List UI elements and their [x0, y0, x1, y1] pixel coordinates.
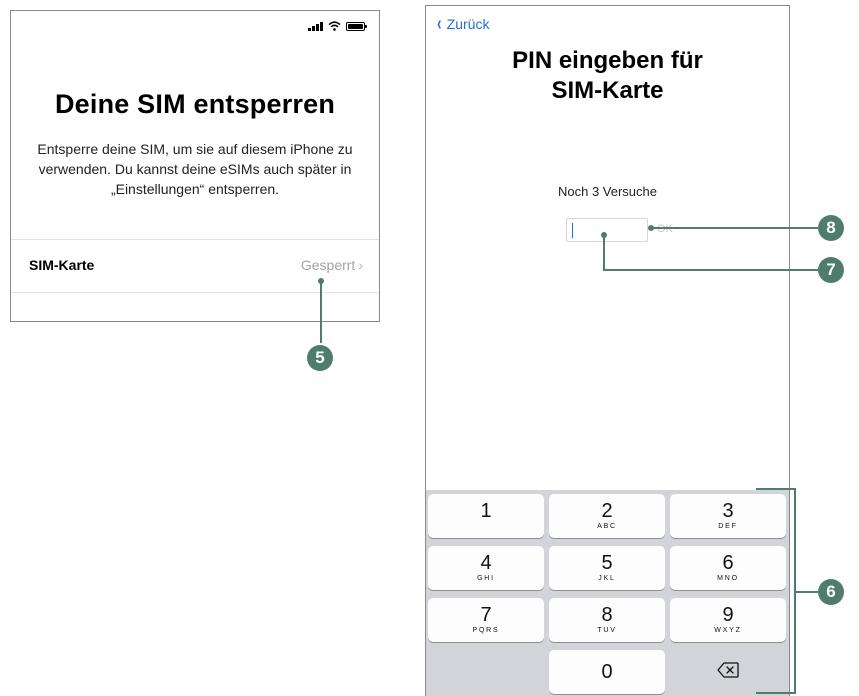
key-letters: TUV — [597, 627, 617, 634]
callout-line — [651, 227, 818, 229]
key-digit: 4 — [480, 552, 492, 574]
key-digit: 5 — [601, 552, 613, 574]
key-digit: 2 — [601, 500, 613, 522]
chevron-right-icon: › — [358, 257, 363, 273]
key-letters: MNO — [717, 575, 739, 582]
sim-status-text: Gesperrt — [300, 257, 356, 273]
key-digit: 3 — [722, 500, 734, 522]
delete-key[interactable] — [670, 650, 786, 694]
pin-input[interactable] — [566, 218, 648, 242]
callout-badge-8: 8 — [818, 215, 844, 241]
sim-card-row[interactable]: SIM-Karte Gesperrt › — [11, 239, 379, 293]
callout-line — [603, 235, 605, 271]
key-6[interactable]: 6 MNO — [670, 546, 786, 590]
page-title: Deine SIM entsperren — [54, 89, 336, 119]
wifi-icon — [328, 21, 341, 31]
callout-badge-7: 7 — [818, 257, 844, 283]
sim-card-label: SIM-Karte — [29, 257, 95, 273]
key-letters: WXYZ — [714, 627, 742, 634]
key-5[interactable]: 5 JKL — [549, 546, 665, 590]
key-letters: JKL — [598, 575, 616, 582]
key-letters: GHI — [477, 575, 495, 582]
chevron-left-icon: ‹ — [437, 13, 442, 35]
callout-bracket — [756, 692, 796, 694]
key-3[interactable]: 3 DEF — [670, 494, 786, 538]
callout-line — [794, 591, 818, 593]
sim-unlock-screen: Deine SIM entsperren Entsperre deine SIM… — [10, 10, 380, 322]
ok-button[interactable]: OK — [657, 223, 673, 235]
sim-status: Gesperrt › — [301, 257, 363, 273]
back-button[interactable]: ‹ Zurück — [436, 13, 490, 35]
pin-entry-screen: ‹ Zurück PIN eingeben für SIM-Karte Noch… — [425, 5, 790, 696]
attempts-remaining: Noch 3 Versuche — [557, 184, 657, 199]
key-4[interactable]: 4 GHI — [428, 546, 544, 590]
status-bar — [308, 21, 367, 31]
callout-line — [320, 281, 322, 343]
key-8[interactable]: 8 TUV — [549, 598, 665, 642]
text-cursor — [572, 223, 573, 238]
key-2[interactable]: 2 ABC — [549, 494, 665, 538]
callout-bracket — [756, 488, 796, 490]
key-letters: PQRS — [472, 627, 500, 634]
callout-line — [603, 269, 818, 271]
key-letters: DEF — [718, 523, 738, 530]
page-title-line-2: SIM-Karte — [551, 77, 664, 104]
callout-badge-6: 6 — [818, 579, 844, 605]
key-digit: 7 — [480, 604, 492, 626]
callout-badge-5: 5 — [307, 345, 333, 371]
key-letters: ABC — [597, 523, 617, 530]
key-digit: 0 — [601, 661, 613, 683]
key-digit: 8 — [601, 604, 613, 626]
key-digit: 1 — [480, 500, 492, 522]
page-description: Entsperre deine SIM, um sie auf diesem i… — [37, 141, 353, 197]
key-digit: 6 — [722, 552, 734, 574]
page-title-line-1: PIN eingeben für — [512, 47, 703, 74]
numeric-keypad: 1 2 ABC 3 DEF 4 GHI 5 JKL 6 MNO 7 PQRS 8 TUV 9W… — [426, 490, 789, 696]
backspace-icon — [717, 662, 739, 678]
battery-icon — [346, 21, 367, 31]
key-9[interactable]: 9 WXYZ — [670, 598, 786, 642]
key-digit: 9 — [722, 604, 734, 626]
page-title: PIN eingeben für SIM-Karte — [426, 46, 789, 106]
key-0[interactable]: 0 — [549, 650, 665, 694]
key-7[interactable]: 7 PQRS — [428, 598, 544, 642]
back-label: Zurück — [446, 16, 490, 32]
key-1[interactable]: 1 — [428, 494, 544, 538]
cellular-signal-icon — [308, 21, 323, 31]
